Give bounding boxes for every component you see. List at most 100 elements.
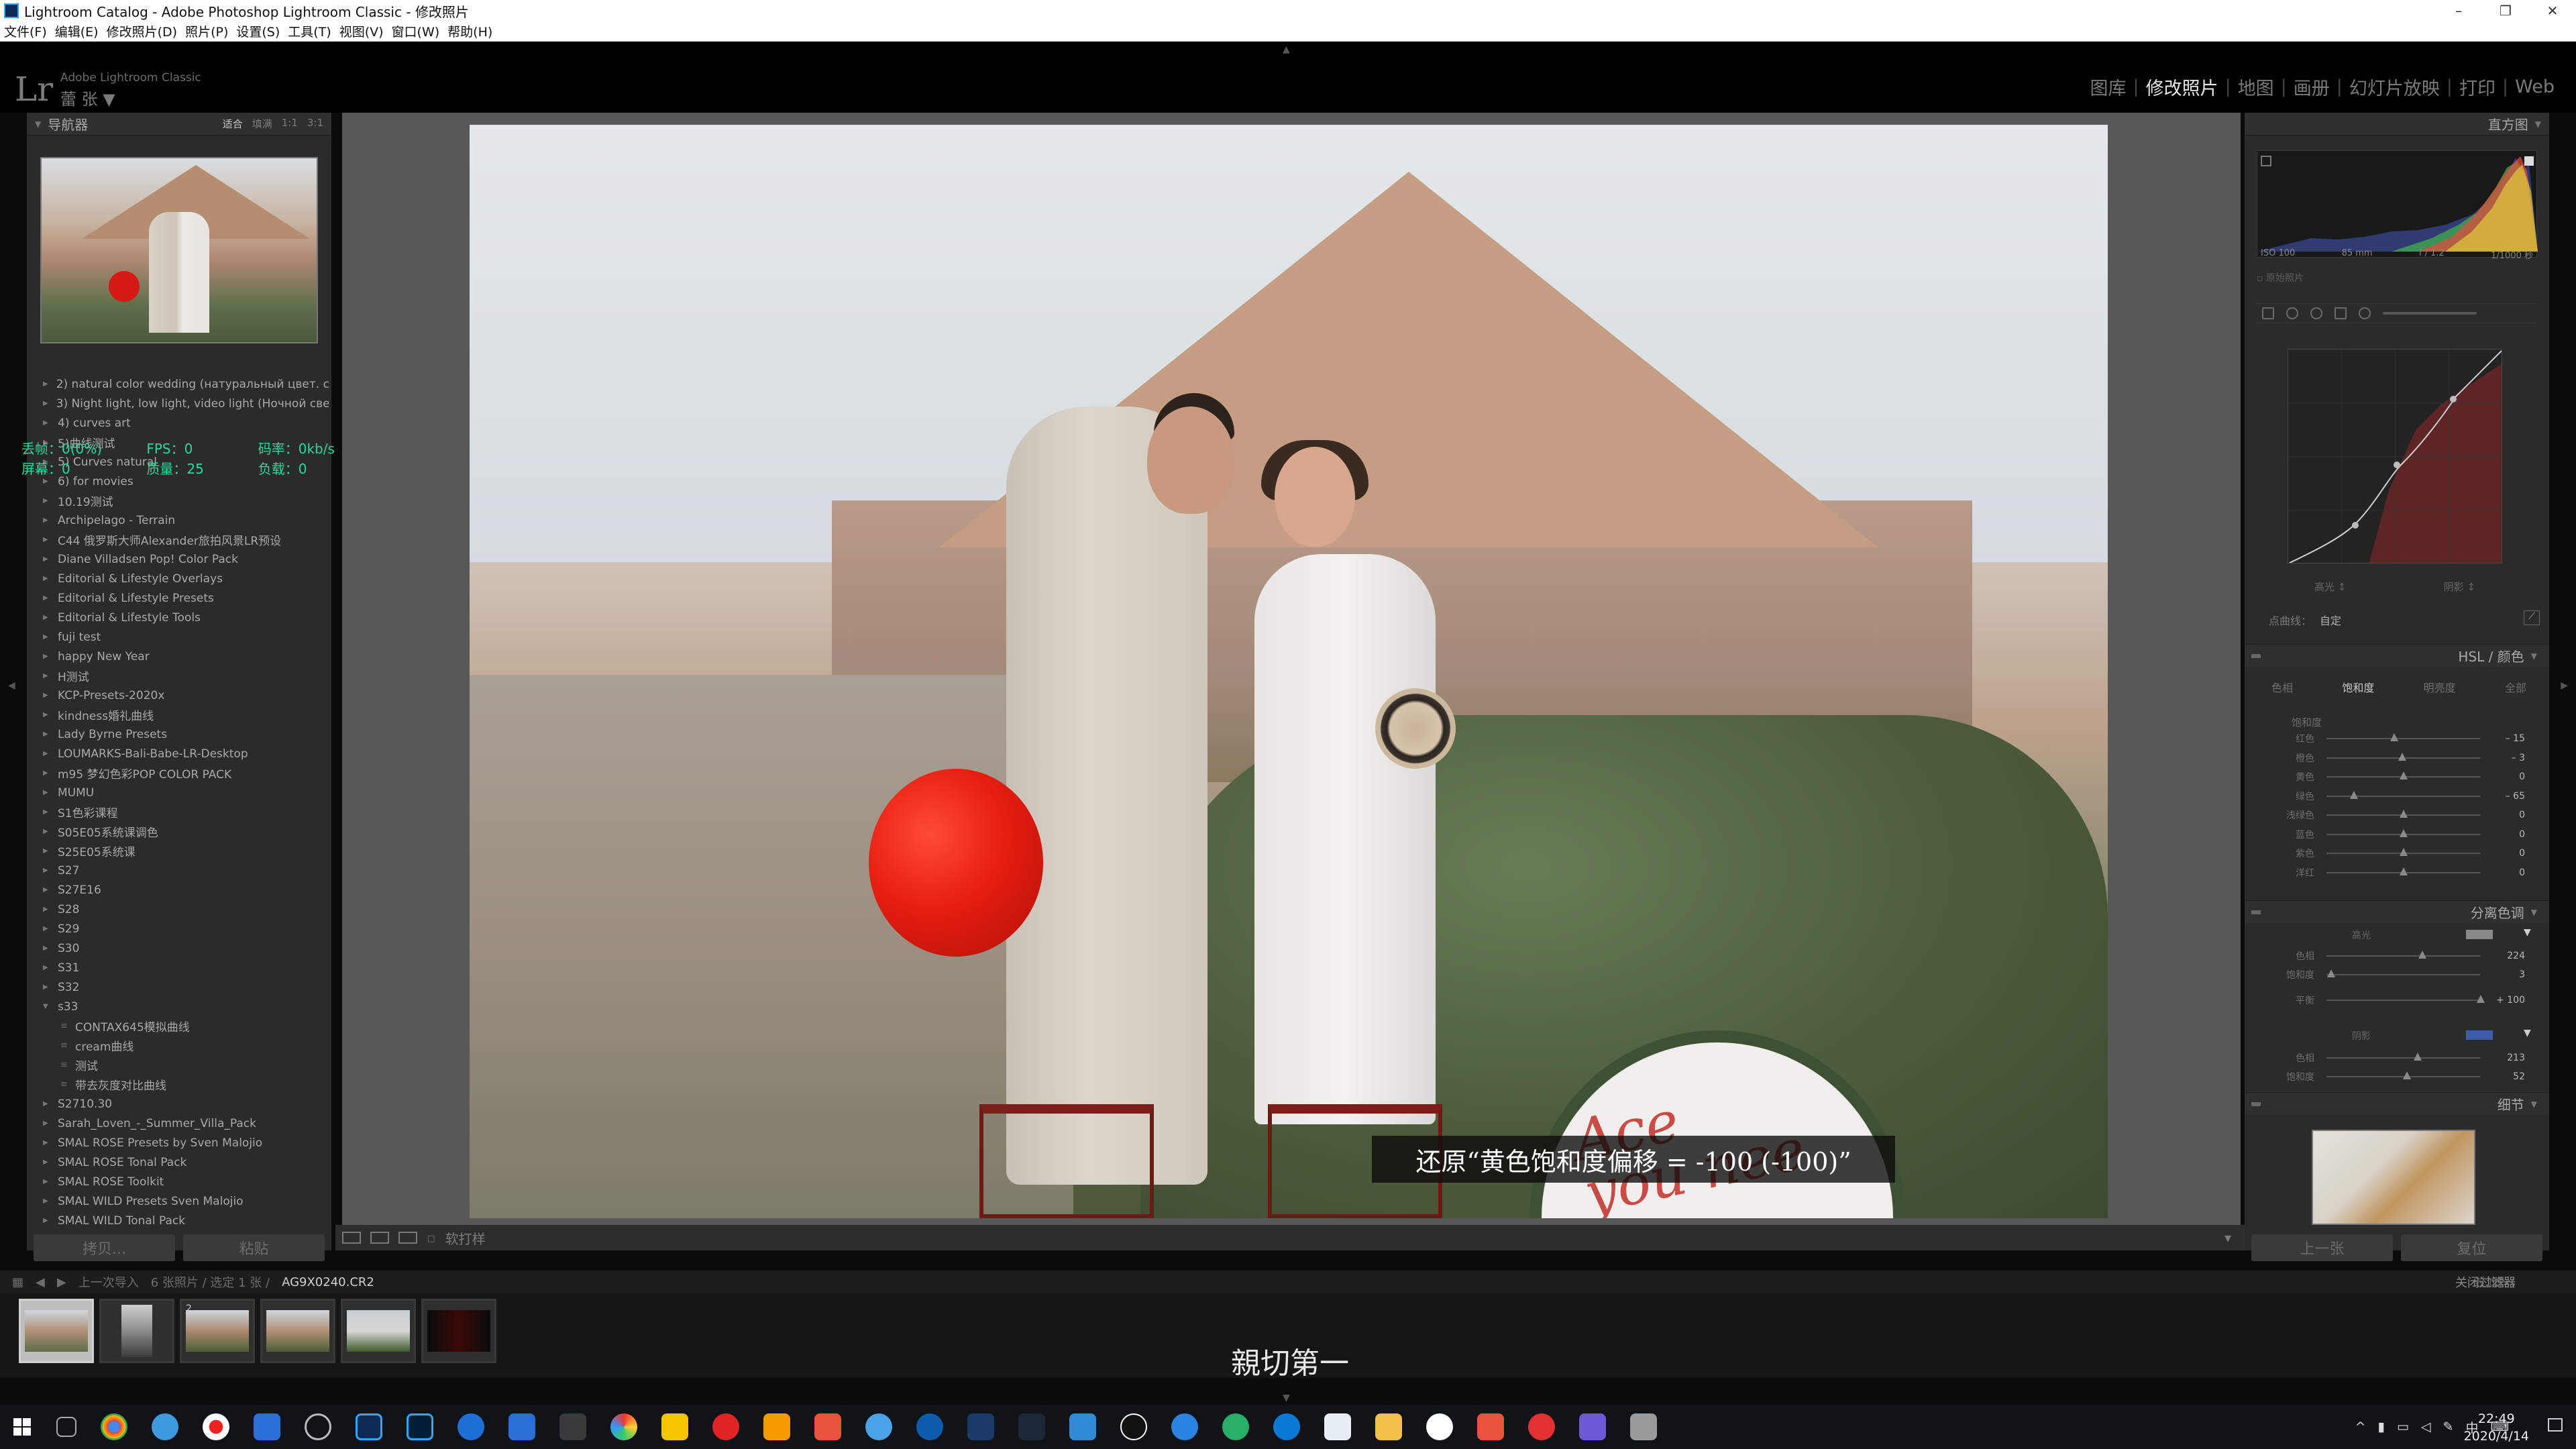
radial-filter-icon[interactable] [2359,307,2371,319]
detail-header[interactable]: 细节 ▼ [2245,1092,2549,1115]
preset-folder[interactable]: ▶ Editorial & Lifestyle Tools [34,608,329,627]
preset-folder[interactable]: ▶ SMAL ROSE Tonal Pack [34,1152,329,1172]
shield-app-icon[interactable] [763,1413,790,1440]
preset-folder[interactable]: ▶ S1色彩课程 [34,802,329,822]
cloud-app-icon[interactable] [1069,1413,1096,1440]
paste-settings-button[interactable]: 粘贴 [183,1234,325,1261]
check-app-icon[interactable] [865,1413,892,1440]
slider-value[interactable]: 0 [2487,848,2525,859]
compare-view-icon[interactable] [398,1232,417,1244]
slider-value[interactable]: 3 [2487,969,2525,980]
preset-folder[interactable]: ▶ Diane Villadsen Pop! Color Pack [34,549,329,569]
netease-icon[interactable] [712,1413,739,1440]
mic-icon[interactable]: ▮ [2378,1419,2385,1434]
panel-toggle-icon[interactable] [2251,910,2261,914]
forward-arrow-icon[interactable]: ▶ [57,1275,66,1289]
preset-folder[interactable]: ▶ LOUMARKS-Bali-Babe-LR-Desktop [34,744,329,763]
slider-track[interactable] [2326,810,2481,818]
photoshop-icon[interactable] [407,1413,433,1440]
module-develop[interactable]: 修改照片 [2139,74,2225,100]
preset-item[interactable]: ≡ 带去灰度对比曲线 [34,1075,329,1094]
slider-knob[interactable] [2400,771,2408,780]
tray-chevron-icon[interactable]: ^ [2355,1419,2366,1434]
preset-item[interactable]: ≡ 测试 [34,1055,329,1075]
original-photo-toggle[interactable]: ▫ 原始照片 [2257,271,2304,284]
preset-folder[interactable]: ▶ 2) natural color wedding (натуральный ц… [34,374,329,394]
purple-app-icon[interactable] [1579,1413,1606,1440]
current-filename[interactable]: AG9X0240.CR2 [282,1275,374,1289]
crop-tool-icon[interactable] [2262,307,2274,319]
slider-value[interactable]: 224 [2487,951,2525,961]
slider-knob[interactable] [2402,1071,2411,1079]
point-curve-value[interactable]: 自定 [2320,612,2341,628]
chrome-icon[interactable] [101,1413,127,1440]
histogram[interactable] [2257,150,2538,258]
loupe-view-icon[interactable] [342,1232,361,1244]
slider-value[interactable]: 0 [2487,867,2525,878]
module-web[interactable]: Web [2508,76,2561,97]
slider-knob[interactable] [2418,951,2426,959]
preset-folder[interactable]: ▶ S28 [34,900,329,919]
panel-toggle-icon[interactable] [2251,1102,2261,1106]
task-view-icon[interactable] [56,1417,76,1437]
preset-folder[interactable]: ▶ 10.19测试 [34,491,329,511]
ring-app-icon[interactable] [916,1413,943,1440]
blue-circle-icon[interactable] [1171,1413,1198,1440]
filmstrip-thumb[interactable] [341,1299,416,1363]
menu-tools[interactable]: 工具(T) [288,22,331,40]
pen-icon[interactable]: ✎ [2443,1419,2454,1434]
slider-track[interactable] [2326,733,2481,741]
preset-folder[interactable]: ▶ S25E05系统课 [34,841,329,861]
module-library[interactable]: 图库 [2083,74,2133,100]
collapse-triangle-icon[interactable]: ▼ [35,119,41,129]
preset-folder[interactable]: ▶ S27E16 [34,880,329,900]
slider-knob[interactable] [2477,995,2485,1003]
slider-track[interactable] [2326,828,2481,837]
preset-folder[interactable]: ▶ 4) curves art [34,413,329,433]
slider-knob[interactable] [2350,790,2359,799]
zoom-fit[interactable]: 适合 [223,117,243,131]
slider-track[interactable] [2326,969,2481,977]
close-button[interactable]: ✕ [2529,0,2576,21]
reset-button[interactable]: 复位 [2401,1234,2542,1261]
menu-edit[interactable]: 编辑(E) [55,22,99,40]
white-app-icon[interactable] [1426,1413,1453,1440]
slider-knob[interactable] [2400,828,2408,837]
slider-value[interactable]: 52 [2487,1071,2525,1082]
main-photo[interactable]: Aceyou neein [470,125,2108,1218]
slider-knob[interactable] [2400,810,2408,818]
menu-help[interactable]: 帮助(H) [447,22,492,40]
slider-knob[interactable] [2326,969,2335,977]
preset-folder[interactable]: ▶ KCP-Presets-2020x [34,686,329,705]
collapse-triangle-icon[interactable]: ▼ [2535,119,2541,129]
collapse-triangle-icon[interactable]: ▼ [2531,651,2537,661]
slider-value[interactable]: – 65 [2487,791,2525,802]
preset-folder[interactable]: ▶ MUMU [34,783,329,802]
zoom-fill[interactable]: 填满 [252,117,272,131]
preset-folder[interactable]: ▶ S05E05系统课调色 [34,822,329,841]
pin-app-icon[interactable] [458,1413,484,1440]
slider-knob[interactable] [2390,733,2399,741]
preset-folder[interactable]: ▶ SMAL ROSE Presets by Sven Malojio [34,1133,329,1152]
menu-view[interactable]: 视图(V) [339,22,384,40]
edge-icon[interactable] [1273,1413,1300,1440]
top-panel-toggle-icon[interactable]: ▲ [1283,44,1290,55]
filmstrip-thumb[interactable] [421,1299,496,1363]
graduated-filter-icon[interactable] [2334,307,2347,319]
highlights-color-swatch[interactable] [2466,930,2493,939]
menu-photo[interactable]: 照片(P) [185,22,228,40]
game-app-icon[interactable] [967,1413,994,1440]
preset-folder[interactable]: ▶ S32 [34,977,329,997]
filter-select[interactable]: 关闭过滤器 [2455,1273,2516,1291]
slider-knob[interactable] [2398,752,2406,761]
slider-track[interactable] [2326,752,2481,761]
zoom-1-1[interactable]: 1:1 [282,117,298,131]
right-panel-toggle-icon[interactable]: ▶ [2561,680,2568,691]
toolbar-menu-icon[interactable]: ▾ [2224,1230,2231,1246]
tab-luminance[interactable]: 明亮度 [2424,679,2456,695]
slider-track[interactable] [2326,995,2485,1003]
wechat-icon[interactable] [1222,1413,1249,1440]
target-adjust-icon[interactable]: ⟋ [2524,610,2540,625]
preset-folder[interactable]: ▶ m95 梦幻色彩POP COLOR PACK [34,763,329,783]
slider-track[interactable] [2326,951,2481,959]
